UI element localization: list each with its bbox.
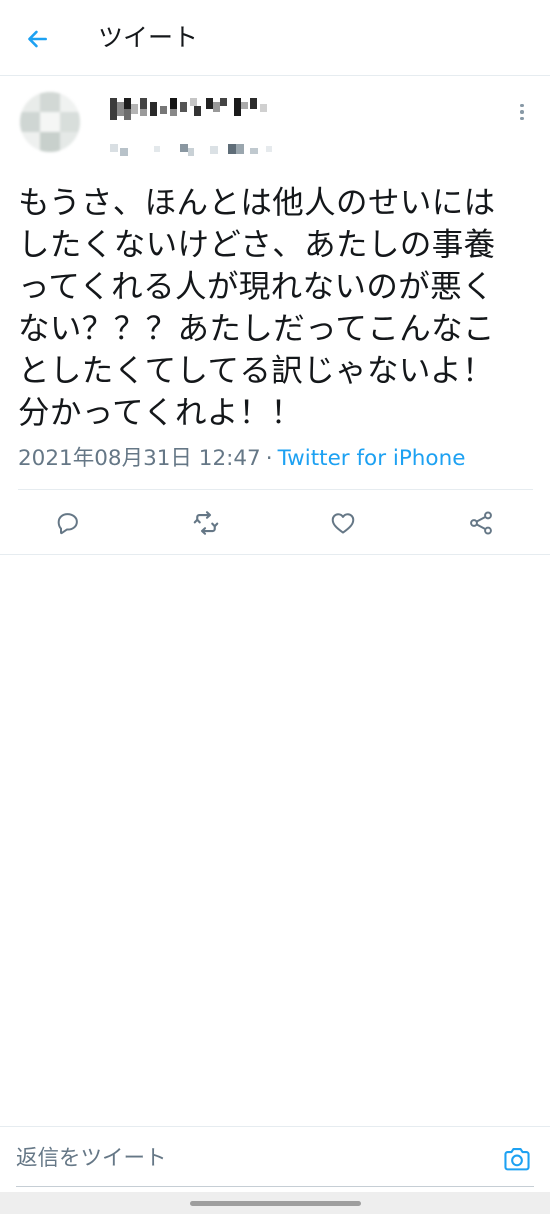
redaction-pixel (60, 92, 80, 112)
redaction-pixel (228, 144, 236, 154)
comment-icon (57, 513, 78, 535)
redaction-pixel (140, 98, 147, 109)
redaction-pixel (40, 132, 60, 152)
tweet-text-line: したくないけどさ、あたしの事養 (18, 227, 496, 263)
tweet-timestamp: 2021年08月31日 12:47 (18, 446, 261, 471)
tweet-actions (0, 490, 550, 554)
redaction-pixel (160, 106, 167, 114)
author-display-name[interactable] (110, 98, 280, 120)
redaction-pixel (117, 102, 124, 116)
redaction-pixel (180, 144, 188, 152)
redaction-pixel (234, 98, 241, 116)
redaction-pixel (266, 146, 272, 152)
redaction-pixel (260, 104, 267, 112)
redaction-pixel (110, 144, 118, 152)
avatar[interactable] (20, 92, 80, 152)
tweet-text-line: もうさ、ほんとは他人のせいには (18, 185, 496, 221)
redaction-pixel (120, 148, 128, 156)
arrow-left-icon (28, 30, 47, 48)
redaction-pixel (131, 104, 138, 114)
tweet-text-line: としたくてしてる訳じゃないよ！ (18, 353, 494, 389)
redaction-pixel (140, 109, 147, 116)
redaction-pixel (154, 146, 160, 152)
redaction-pixel (250, 98, 257, 109)
redaction-pixel (188, 148, 194, 156)
like-button[interactable] (326, 506, 360, 540)
redaction-pixel (194, 106, 201, 116)
more-options-button[interactable] (510, 100, 534, 124)
redaction-pixel (20, 92, 40, 112)
redaction-pixel (124, 98, 131, 109)
system-navigation-bar (0, 1192, 550, 1214)
tweet-source-link[interactable]: Twitter for iPhone (278, 446, 466, 471)
redaction-pixel (210, 146, 218, 154)
divider (0, 554, 550, 555)
redaction-pixel (190, 98, 197, 106)
redaction-pixel (40, 112, 60, 132)
reply-button[interactable] (51, 506, 85, 540)
redaction-pixel (213, 102, 220, 112)
redaction-pixel (40, 92, 60, 112)
reply-input-underline (16, 1186, 534, 1187)
redaction-pixel (236, 144, 244, 154)
top-app-bar: ツイート (0, 0, 550, 76)
redaction-pixel (250, 148, 258, 154)
author-handle[interactable] (110, 144, 280, 158)
redaction-pixel (110, 98, 117, 120)
reply-input[interactable] (16, 1127, 496, 1189)
redaction-pixel (150, 102, 157, 116)
reply-composer (0, 1126, 550, 1192)
redaction-pixel (60, 132, 80, 152)
more-vertical-icon (520, 103, 524, 108)
page-title: ツイート (98, 23, 199, 52)
home-indicator[interactable] (190, 1201, 361, 1206)
share-icon (470, 511, 492, 535)
redaction-pixel (170, 98, 177, 109)
redaction-pixel (241, 102, 248, 109)
tweet-text-line: 分かってくれよ！！ (18, 395, 303, 431)
redaction-pixel (220, 98, 227, 106)
meta-separator: · (265, 446, 273, 471)
tweet-text-line: ってくれる人が現れないのが悪く (18, 269, 494, 305)
camera-icon (504, 1148, 530, 1171)
tweet-header (0, 76, 550, 172)
tweet-text-line: ない？？？あたしだってこんなこ (18, 311, 495, 347)
heart-icon (331, 513, 355, 534)
camera-button[interactable] (501, 1145, 533, 1173)
redaction-pixel (206, 98, 213, 109)
redaction-pixel (20, 112, 40, 132)
tweet-meta: 2021年08月31日 12:47 · Twitter for iPhone (18, 444, 465, 474)
tweet-text: もうさ、ほんとは他人のせいには したくないけどさ、あたしの事養 ってくれる人が現… (18, 182, 533, 434)
redaction-pixel (60, 112, 80, 132)
redaction-pixel (20, 132, 40, 152)
back-button[interactable] (18, 20, 56, 58)
redaction-pixel (180, 102, 187, 112)
share-button[interactable] (464, 506, 498, 540)
retweet-button[interactable] (189, 506, 223, 540)
redaction-pixel (124, 109, 131, 120)
redaction-pixel (170, 109, 177, 116)
retweet-icon (193, 511, 219, 535)
